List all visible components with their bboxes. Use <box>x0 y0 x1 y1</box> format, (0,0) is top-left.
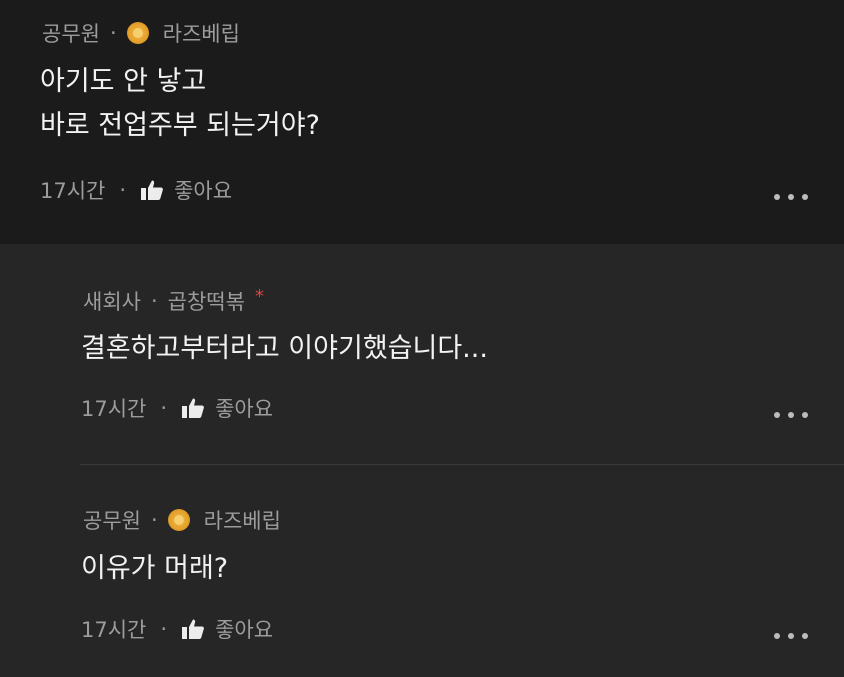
separator-dot: · <box>150 289 158 313</box>
like-button[interactable]: 좋아요 <box>140 175 232 205</box>
reply-author-row: 새회사 · 곱창떡볶 * <box>83 286 264 316</box>
like-button[interactable]: 좋아요 <box>181 614 273 644</box>
more-dot <box>802 633 808 639</box>
comment-time: 17시간 <box>40 179 106 203</box>
more-dot <box>774 194 780 200</box>
thumbs-up-icon <box>182 619 204 639</box>
reply-footer: 17시간 · 좋아요 <box>81 393 273 423</box>
comment-line: 아기도 안 낳고 <box>40 66 207 97</box>
reply-footer: 17시간 · 좋아요 <box>81 614 273 644</box>
thumbs-up-icon <box>182 398 204 418</box>
comment-line: 결혼하고부터라고 이야기했습니다... <box>81 333 488 364</box>
author-job: 공무원 <box>83 509 141 533</box>
more-dot <box>802 194 808 200</box>
separator-dot: · <box>160 396 168 420</box>
comment-time: 17시간 <box>81 618 147 642</box>
separator-dot: · <box>160 617 168 641</box>
comment-line: 바로 전업주부 되는거야? <box>40 110 320 141</box>
more-dot <box>788 194 794 200</box>
more-options-button[interactable] <box>774 192 808 202</box>
reply-divider <box>80 464 844 465</box>
reply-body: 이유가 머래? <box>81 547 228 591</box>
thumbs-up-icon <box>141 180 163 200</box>
like-button[interactable]: 좋아요 <box>181 393 273 423</box>
more-options-button[interactable] <box>774 410 808 420</box>
comment-footer: 17시간 · 좋아요 <box>40 175 232 205</box>
author-marker: * <box>254 285 264 307</box>
author-job: 공무원 <box>42 22 100 46</box>
gold-badge-icon <box>126 22 149 44</box>
comment-thread: 공무원 · 라즈베립 아기도 안 낳고 바로 전업주부 되는거야? 17시간 ·… <box>0 0 844 677</box>
like-label: 좋아요 <box>215 618 274 642</box>
author-job: 새회사 <box>83 290 141 314</box>
separator-dot: · <box>150 508 158 532</box>
separator-dot: · <box>109 21 117 45</box>
like-label: 좋아요 <box>215 397 274 421</box>
author-nickname[interactable]: 라즈베립 <box>163 18 240 48</box>
separator-dot: · <box>119 178 127 202</box>
reply-body: 결혼하고부터라고 이야기했습니다... <box>81 327 488 371</box>
more-options-button[interactable] <box>774 631 808 641</box>
more-dot <box>788 412 794 418</box>
author-nickname[interactable]: 라즈베립 <box>204 505 281 535</box>
comment-author-row: 공무원 · 라즈베립 <box>42 18 240 48</box>
comment-line: 이유가 머래? <box>81 553 229 584</box>
like-label: 좋아요 <box>174 179 233 203</box>
gold-badge-icon <box>167 509 190 531</box>
reply-author-row: 공무원 · 라즈베립 <box>83 505 281 535</box>
comment-time: 17시간 <box>81 397 147 421</box>
more-dot <box>788 633 794 639</box>
more-dot <box>802 412 808 418</box>
comment-body: 아기도 안 낳고 바로 전업주부 되는거야? <box>40 60 320 148</box>
comment-main: 공무원 · 라즈베립 아기도 안 낳고 바로 전업주부 되는거야? 17시간 ·… <box>0 0 844 244</box>
author-nickname[interactable]: 곱창떡볶 <box>168 286 245 316</box>
more-dot <box>774 633 780 639</box>
more-dot <box>774 412 780 418</box>
